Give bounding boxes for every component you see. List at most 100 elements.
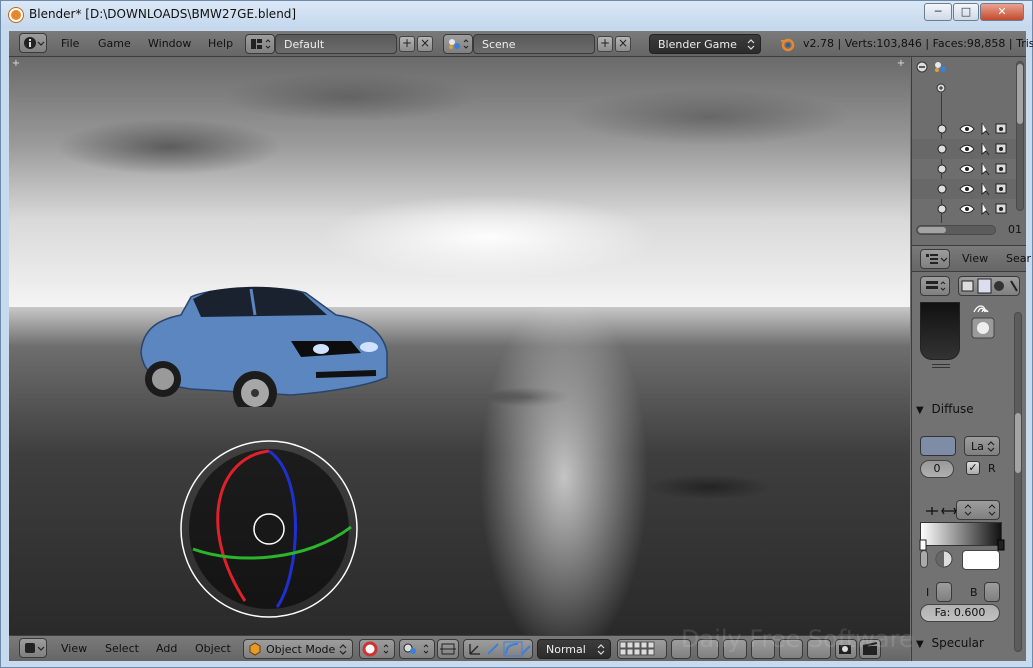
layers-grid[interactable] <box>617 639 667 659</box>
menu-view[interactable]: View <box>962 252 988 265</box>
screen-layout-browse-button[interactable] <box>245 34 275 54</box>
outliner-scrollbar[interactable] <box>1016 61 1024 211</box>
add-layout-icon[interactable]: + <box>399 36 415 52</box>
menu-help[interactable]: Help <box>208 37 233 50</box>
ramp-interpolation-select[interactable] <box>956 500 1000 520</box>
factor-slider[interactable]: Fa: 0.600 <box>920 604 1000 622</box>
menu-add[interactable]: Add <box>156 642 177 655</box>
render-engine-label: Blender Game <box>658 38 737 51</box>
scrollbar-thumb[interactable] <box>1017 64 1023 124</box>
editor-type-button[interactable] <box>920 249 950 269</box>
chevron-updown-icon <box>597 644 605 655</box>
rotate-manipulator-gizmo[interactable] <box>177 437 361 621</box>
row-icons <box>937 123 1007 216</box>
info-header: File Game Window Help Default + × Scene … <box>9 31 1033 57</box>
blender-logo-icon <box>781 38 795 52</box>
chevron-updown-icon <box>964 504 996 516</box>
app-window: Blender* [D:\DOWNLOADS\BMW27GE.blend] ─ … <box>0 0 1033 668</box>
cube-icon <box>249 642 261 656</box>
ramp-checkbox[interactable]: ✓ <box>966 461 980 475</box>
menu-window[interactable]: Window <box>148 37 191 50</box>
area-split-icon[interactable]: + <box>11 59 21 69</box>
transform-widget-toggle[interactable] <box>437 639 459 659</box>
blender-logo-icon <box>9 8 23 22</box>
menu-view[interactable]: View <box>61 642 87 655</box>
layer-buttons-icon <box>619 641 655 656</box>
scene-stats: v2.78 | Verts:103,846 | Faces:98,858 | T… <box>803 37 1033 50</box>
axis-arrows-icon <box>469 641 531 657</box>
collapse-icon[interactable] <box>916 61 928 73</box>
context-tab-icons <box>961 278 1018 294</box>
menu-search[interactable]: Sear <box>1006 252 1031 265</box>
minimize-button[interactable]: ─ <box>924 3 952 21</box>
properties-context-tabs[interactable] <box>958 276 1020 296</box>
material-preview[interactable] <box>920 302 960 360</box>
scrollbar-thumb[interactable] <box>1015 413 1021 473</box>
scene-icon <box>935 62 946 72</box>
editor-type-button[interactable] <box>920 276 950 296</box>
car-model[interactable] <box>131 257 391 407</box>
add-scene-icon[interactable]: + <box>597 36 613 52</box>
diffuse-title: Diffuse <box>931 402 974 416</box>
menu-select[interactable]: Select <box>105 642 139 655</box>
window-title: Blender* [D:\DOWNLOADS\BMW27GE.blend] <box>29 7 297 21</box>
active-stop-slider[interactable] <box>920 550 928 568</box>
pivot-point-select[interactable] <box>399 639 435 659</box>
menu-game[interactable]: Game <box>98 37 131 50</box>
specular-title: Specular <box>931 636 984 650</box>
viewport-shading-select[interactable] <box>359 639 395 659</box>
scene-field[interactable]: Scene <box>473 34 595 54</box>
input-b-label: B <box>970 586 978 599</box>
render-engine-select[interactable]: Blender Game <box>649 34 761 54</box>
3d-viewport[interactable]: + + <box>9 57 910 635</box>
pivot-icon <box>403 643 429 654</box>
ramp-label: R <box>988 462 996 475</box>
mode-select[interactable]: Object Mode <box>243 639 353 659</box>
input-b-select[interactable] <box>984 582 1000 602</box>
editor-type-button[interactable] <box>19 638 47 658</box>
area-split-icon[interactable]: + <box>896 59 906 69</box>
menu-file[interactable]: File <box>61 37 79 50</box>
intensity-field[interactable]: 0 <box>920 460 954 478</box>
half-circle-icon <box>935 550 953 568</box>
diffuse-panel-header[interactable]: ▼ Diffuse <box>916 402 1016 422</box>
preview-type-icons[interactable] <box>970 300 998 340</box>
input-i-label: I <box>926 586 930 599</box>
scrollbar-thumb[interactable] <box>918 227 946 233</box>
specular-panel-header[interactable]: ▼ Specular <box>916 636 1016 656</box>
scene-browse-button[interactable] <box>443 34 473 54</box>
orientation-label: Normal <box>546 643 586 656</box>
remove-scene-icon[interactable]: × <box>615 36 631 52</box>
stop-color-swatch[interactable] <box>962 550 1000 570</box>
scene-icon <box>449 39 469 49</box>
outliner-header: View Sear <box>911 245 1031 271</box>
mode-label: Object Mode <box>266 643 336 656</box>
render-shading-icon <box>362 641 389 657</box>
manipulator-icon <box>440 643 456 655</box>
close-button[interactable]: ✕ <box>980 3 1024 21</box>
screen-layout-field[interactable]: Default <box>275 34 397 54</box>
resize-grip-icon[interactable] <box>932 364 950 370</box>
expand-icon[interactable] <box>936 83 946 93</box>
chevron-updown-icon <box>987 441 995 452</box>
ramp-add-remove-icon[interactable] <box>924 504 958 518</box>
maximize-button[interactable]: □ <box>953 3 979 21</box>
properties-scrollbar[interactable] <box>1014 312 1022 652</box>
input-i-select[interactable] <box>936 582 952 602</box>
properties-editor[interactable]: ▼ Diffuse La 0 ✓ R I B Fa: 0.600 ▼ Specu… <box>911 271 1026 661</box>
properties-icon <box>926 281 946 291</box>
outliner-hscrollbar[interactable] <box>916 225 996 235</box>
chevron-updown-icon <box>339 644 347 655</box>
menu-object[interactable]: Object <box>195 642 231 655</box>
outliner[interactable]: 01 <box>911 57 1026 245</box>
editor-type-button[interactable] <box>19 33 47 53</box>
diffuse-color-swatch[interactable] <box>920 436 956 456</box>
outliner-icon <box>926 254 948 264</box>
trackball-sphere <box>189 449 349 609</box>
transform-orientation-select[interactable]: Normal <box>537 639 611 659</box>
diffuse-shader-select[interactable]: La <box>964 436 1000 456</box>
manipulator-types[interactable] <box>463 639 533 659</box>
remove-layout-icon[interactable]: × <box>417 36 433 52</box>
car-windows <box>193 286 327 317</box>
outliner-truncated-label: 01 <box>1008 223 1022 236</box>
